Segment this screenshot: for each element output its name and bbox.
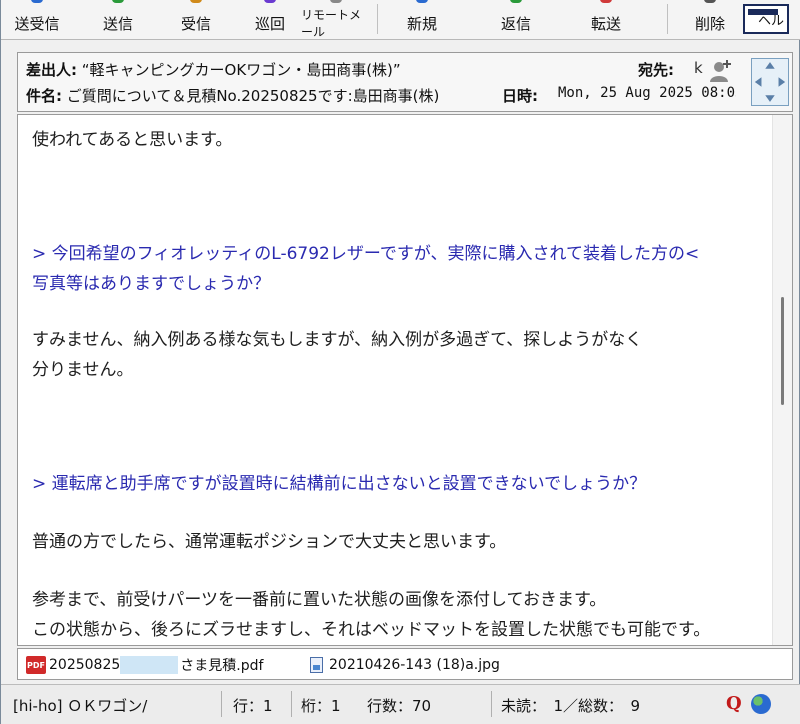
date-value: Mon, 25 Aug 2025 08:03: <box>558 85 736 101</box>
body-quote-line: 写真等はありますでしょうか？ <box>32 274 271 294</box>
q-icon[interactable]: Q <box>726 693 746 715</box>
to-label: 宛先: <box>638 61 674 79</box>
body-line: 分りません。 <box>32 360 134 380</box>
receive-button[interactable]: 受信 <box>171 0 221 38</box>
delete-button[interactable]: 削除 <box>685 0 735 38</box>
send-receive-button[interactable]: 送受信 <box>7 0 67 38</box>
from-row: 差出人: “軽キャンピングカーOKワゴン・島田商事(株)” <box>26 59 401 80</box>
attachment-jpg[interactable]: 20210426-143 (18)a.jpg <box>310 655 500 675</box>
add-contact-icon[interactable] <box>708 59 734 83</box>
attachment-name-prefix: 20250825 <box>49 657 121 673</box>
status-row: 行：1 <box>233 697 273 715</box>
pdf-icon: PDF <box>26 656 46 674</box>
status-divider <box>221 691 222 717</box>
send-receive-icon <box>31 0 43 3</box>
redacted-name-block <box>120 656 179 674</box>
status-divider <box>291 691 292 717</box>
toolbar-divider <box>377 4 378 34</box>
scrollbar-thumb[interactable] <box>781 297 784 405</box>
reply-icon <box>510 0 522 3</box>
body-quote-line: > 今回希望のフィオレッティのL-6792レザーですが、実際に購入されて装着した… <box>32 244 700 264</box>
receive-icon <box>190 0 202 3</box>
navigation-arrows-icon[interactable] <box>751 58 789 106</box>
send-icon <box>112 0 124 3</box>
forward-icon <box>600 0 612 3</box>
send-button[interactable]: 送信 <box>93 0 143 38</box>
body-line: 普通の方でしたら、通常運転ポジションで大丈夫と思います。 <box>32 532 507 552</box>
attachment-name-suffix: さま見積.pdf <box>180 658 264 674</box>
status-bar: [hi-ho] ＯＫワゴン/ 行：1 桁：1 行数：70 未読： 1／総数： 9… <box>1 684 800 724</box>
attachment-bar: PDF 20250825 さま見積.pdf 20210426-143 (18)a… <box>17 648 793 680</box>
patrol-button[interactable]: 巡回 <box>245 0 295 38</box>
status-unread-total: 未読： 1／総数： 9 <box>501 697 641 715</box>
patrol-icon <box>264 0 276 3</box>
body-line: 参考まで、前受けパーツを一番前に置いた状態の画像を添付しておきます。 <box>32 590 607 610</box>
status-folder: [hi-ho] ＯＫワゴン/ <box>13 697 148 715</box>
reply-button[interactable]: 返信 <box>491 0 541 38</box>
subject-value: ご質問について＆見積No.20250825です:島田商事(株) <box>66 87 440 105</box>
message-body[interactable]: 使われてあると思います。 > 今回希望のフィオレッティのL-6792レザーですが… <box>17 114 793 646</box>
body-line: すみません、納入例ある様な気もしますが、納入例が多過ぎて、探しようがなく <box>32 330 643 350</box>
forward-button[interactable]: 転送 <box>581 0 631 38</box>
subject-row: 件名: ご質問について＆見積No.20250825です:島田商事(株) <box>26 85 439 106</box>
globe-icon[interactable] <box>751 694 771 714</box>
body-quote-line: > 運転席と助手席ですが設置時に結構前に出さないと設置できないでしょうか？ <box>32 474 647 494</box>
vertical-scrollbar[interactable] <box>772 115 792 645</box>
from-value[interactable]: “軽キャンピングカーOKワゴン・島田商事(株)” <box>82 61 401 79</box>
attachment-pdf[interactable]: PDF 20250825 さま見積.pdf <box>26 655 263 675</box>
toolbar: 送受信 送信 受信 巡回 リモートメール 新規 返信 転送 削除 ヘル <box>1 0 800 40</box>
message-header: 差出人: “軽キャンピングカーOKワゴン・島田商事(株)” 宛先: k 件名: … <box>17 52 793 112</box>
status-column: 桁：1 <box>301 697 341 715</box>
body-line: 使われてあると思います。 <box>32 130 233 150</box>
new-mail-icon <box>416 0 428 3</box>
to-value[interactable]: k <box>694 59 703 77</box>
from-label: 差出人: <box>26 61 77 79</box>
remote-mail-icon <box>330 0 342 3</box>
status-divider <box>491 691 492 717</box>
date-label: 日時: <box>502 87 538 105</box>
help-button[interactable]: ヘル <box>743 4 789 34</box>
image-file-icon <box>310 657 323 673</box>
new-mail-button[interactable]: 新規 <box>397 0 447 38</box>
status-line-count: 行数：70 <box>367 697 432 715</box>
toolbar-divider <box>667 4 668 34</box>
mail-viewer-window: 送受信 送信 受信 巡回 リモートメール 新規 返信 転送 削除 ヘル 差出人:… <box>0 0 800 724</box>
subject-label: 件名: <box>26 87 62 105</box>
remote-mail-button[interactable]: リモートメール <box>301 0 371 39</box>
attachment-name: 20210426-143 (18)a.jpg <box>329 657 500 673</box>
delete-icon <box>704 0 716 3</box>
body-line: この状態から、後ろにズラせますし、それはベッドマットを設置した状態でも可能です。 <box>32 620 711 640</box>
